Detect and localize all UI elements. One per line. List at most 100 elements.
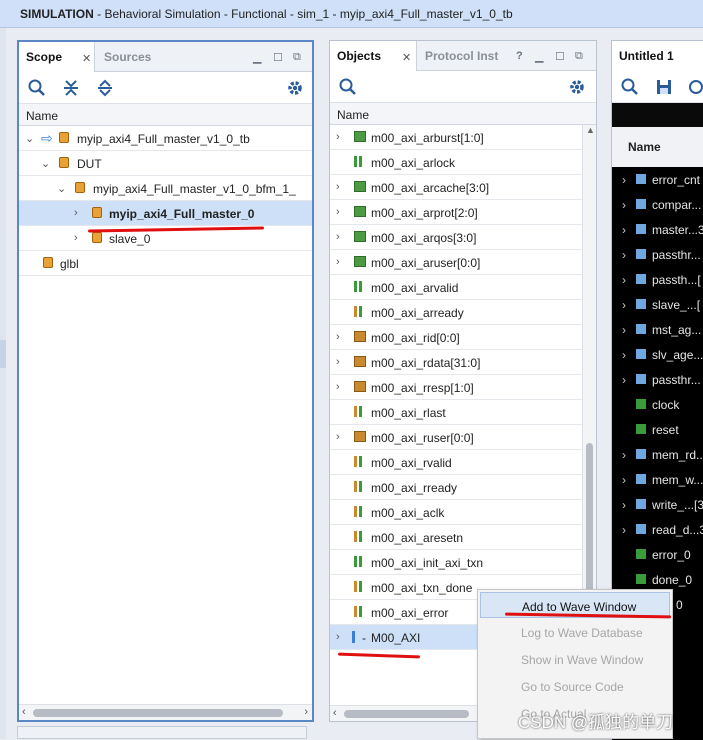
chevron-right-icon[interactable]: › [622,173,626,187]
chevron-right-icon[interactable]: › [336,256,340,268]
float-icon[interactable]: ⧉ [575,50,583,63]
chevron-right-icon[interactable]: › [622,273,626,287]
expand-all-icon[interactable] [95,78,115,98]
chevron-right-icon[interactable]: › [622,198,626,212]
save-icon[interactable] [654,77,674,97]
object-row[interactable]: m00_axi_aclk [330,500,596,525]
object-row[interactable]: › m00_axi_rresp[1:0] [330,375,596,400]
wave-signal-row[interactable]: › mst_ag... [612,317,703,342]
gear-icon[interactable] [285,78,305,98]
chevron-right-icon[interactable]: › [622,298,626,312]
wave-signal-row[interactable]: error_0 [612,542,703,567]
tree-row[interactable]: glbl [19,251,312,276]
object-row[interactable]: › m00_axi_rdata[31:0] [330,350,596,375]
chevron-right-icon[interactable]: › [622,323,626,337]
object-row[interactable]: m00_axi_rready [330,475,596,500]
chevron-right-icon[interactable]: › [336,356,340,368]
scroll-left-icon[interactable]: ‹ [333,707,337,719]
scroll-up-icon[interactable]: ▲ [586,125,595,135]
wave-signal-row[interactable]: › passthr... [612,367,703,392]
tree-row[interactable]: ⌄ DUT [19,151,312,176]
zoom-fit-icon[interactable] [686,77,703,97]
wave-signal-row[interactable]: › error_cnt [612,167,703,192]
object-row[interactable]: › m00_axi_arprot[2:0] [330,200,596,225]
tab-untitled-1[interactable]: Untitled 1 [612,41,703,71]
object-row[interactable]: m00_axi_arvalid [330,275,596,300]
tree-row[interactable]: ⌄ ⇨ myip_axi4_Full_master_v1_0_tb [19,126,312,151]
search-icon[interactable] [620,77,640,97]
menu-item-show-in-wave-window[interactable]: Show in Wave Window [480,646,670,672]
menu-item-go-to-source-code[interactable]: Go to Source Code [480,673,670,699]
close-icon[interactable]: ✕ [82,52,91,65]
object-row[interactable]: m00_axi_arready [330,300,596,325]
gear-icon[interactable] [567,77,587,97]
wave-signal-row[interactable]: clock [612,392,703,417]
object-row[interactable]: m00_axi_init_axi_txn [330,550,596,575]
chevron-right-icon[interactable]: › [622,448,626,462]
float-icon[interactable]: ⧉ [293,51,301,64]
wave-signal-row[interactable]: › compar... [612,192,703,217]
close-icon[interactable]: ✕ [402,51,411,64]
object-row[interactable]: m00_axi_rvalid [330,450,596,475]
chevron-right-icon[interactable]: › [336,206,340,218]
maximize-icon[interactable]: ☐ [555,50,565,63]
chevron-right-icon[interactable]: › [336,231,340,243]
chevron-right-icon[interactable]: › [336,431,340,443]
horizontal-scrollbar[interactable]: ‹ › [19,704,312,720]
chevron-right-icon[interactable]: › [622,523,626,537]
object-row[interactable]: m00_axi_aresetn [330,525,596,550]
chevron-right-icon[interactable]: › [622,248,626,262]
object-row[interactable]: › m00_axi_aruser[0:0] [330,250,596,275]
tab-protocol-inst[interactable]: Protocol Inst [418,41,508,71]
search-icon[interactable] [27,78,47,98]
title-text: - Behavioral Simulation - Functional - s… [93,7,513,21]
object-row[interactable]: › m00_axi_rid[0:0] [330,325,596,350]
chevron-right-icon[interactable]: › [336,331,340,343]
collapse-all-icon[interactable] [61,78,81,98]
help-icon[interactable]: ? [516,50,523,62]
scrollbar-thumb[interactable] [33,709,283,717]
chevron-right-icon[interactable]: › [74,232,78,244]
scroll-left-icon[interactable]: ‹ [22,706,26,718]
chevron-right-icon[interactable]: › [622,373,626,387]
wave-signal-row[interactable]: › mem_w... [612,467,703,492]
tree-row[interactable]: ⌄ myip_axi4_Full_master_v1_0_bfm_1_ [19,176,312,201]
object-row[interactable]: › m00_axi_arcache[3:0] [330,175,596,200]
chevron-down-icon[interactable]: ⌄ [41,157,50,170]
wave-signal-row[interactable]: › mem_rd... [612,442,703,467]
object-row[interactable]: m00_axi_arlock [330,150,596,175]
wave-signal-row[interactable]: › write_...[3 [612,492,703,517]
object-row[interactable]: m00_axi_rlast [330,400,596,425]
tree-row-selected[interactable]: › myip_axi4_Full_master_0 [19,201,312,226]
wave-signal-row[interactable]: › slave_...[ [612,292,703,317]
object-row[interactable]: › m00_axi_arburst[1:0] [330,125,596,150]
wave-signal-row[interactable]: › master...3 [612,217,703,242]
wave-signal-row[interactable]: › passthr... [612,242,703,267]
chevron-right-icon[interactable]: › [336,181,340,193]
chevron-right-icon[interactable]: › [336,381,340,393]
chevron-down-icon[interactable]: ⌄ [25,132,34,145]
chevron-right-icon[interactable]: › [622,348,626,362]
tab-sources[interactable]: Sources [97,42,167,72]
search-icon[interactable] [338,77,358,97]
chevron-right-icon[interactable]: › [336,131,340,143]
scroll-right-icon[interactable]: › [304,706,308,718]
chevron-right-icon[interactable]: › [622,473,626,487]
maximize-icon[interactable]: ☐ [273,51,283,64]
wave-signal-row[interactable]: › slv_age... [612,342,703,367]
chevron-right-icon[interactable]: › [622,223,626,237]
wave-signal-row[interactable]: reset [612,417,703,442]
chevron-right-icon[interactable]: › [74,207,78,219]
minimize-icon[interactable]: ▁ [253,51,261,64]
object-row[interactable]: › m00_axi_ruser[0:0] [330,425,596,450]
wave-signal-row[interactable]: › read_d...3 [612,517,703,542]
chevron-down-icon[interactable]: ⌄ [57,182,66,195]
minimize-icon[interactable]: ▁ [535,50,543,63]
scrollbar-thumb[interactable] [344,710,469,718]
chevron-right-icon[interactable]: › [336,631,340,643]
object-row[interactable]: › m00_axi_arqos[3:0] [330,225,596,250]
wave-signal-row[interactable]: › passth...[ [612,267,703,292]
menu-item-log-to-wave-database[interactable]: Log to Wave Database [480,619,670,645]
chevron-right-icon[interactable]: › [622,498,626,512]
wave-toolbar [612,71,703,103]
